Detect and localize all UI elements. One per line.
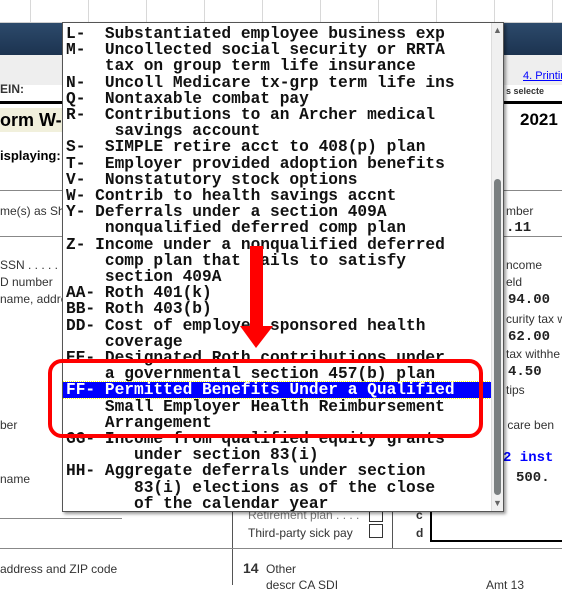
- red-arrow-shaft: [250, 246, 263, 328]
- annotation-overlay: [48, 246, 483, 438]
- red-highlight-box: [48, 359, 483, 438]
- red-arrow-head-icon: [240, 326, 273, 348]
